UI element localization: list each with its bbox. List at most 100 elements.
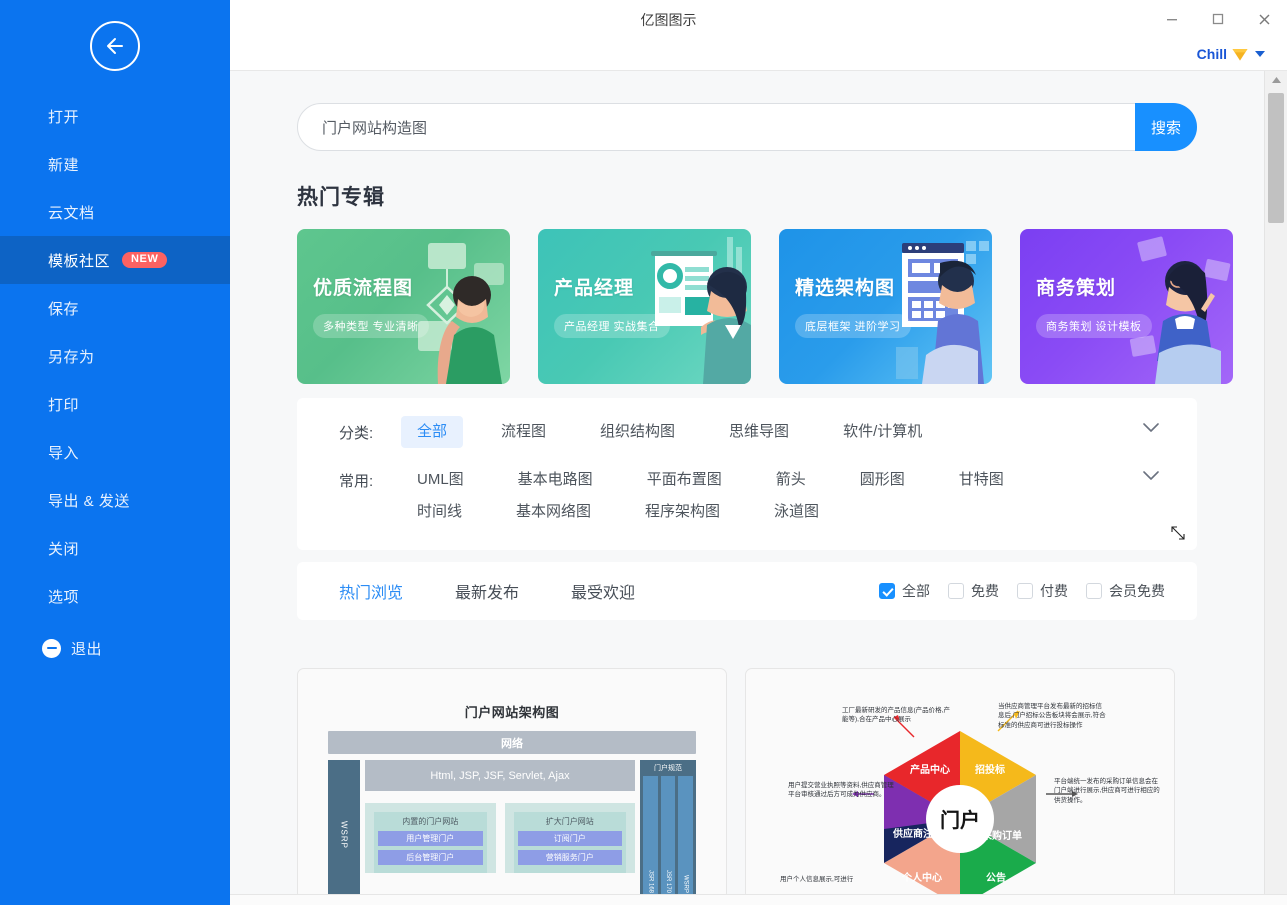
close-icon[interactable]: [1241, 0, 1287, 38]
album-subtitle: 底层框架 进阶学习: [795, 314, 911, 338]
album-card-business-planning[interactable]: 商务策划 商务策划 设计模板: [1020, 229, 1233, 384]
svg-text:门户: 门户: [940, 808, 980, 832]
svg-text:公告: 公告: [986, 871, 1006, 884]
diagram-left-column: WSRP: [328, 760, 360, 899]
common-chip-arrow[interactable]: 箭头: [760, 464, 822, 496]
chevron-down-icon[interactable]: [1255, 51, 1265, 57]
vertical-scrollbar[interactable]: [1264, 71, 1287, 905]
sidebar-item-save-as[interactable]: 另存为: [0, 332, 230, 380]
price-filter-group: 全部 免费 付费 会员免费: [879, 581, 1165, 601]
user-menu[interactable]: Chill: [1197, 44, 1265, 64]
common-expand-chevron-down-icon[interactable]: [1133, 464, 1169, 482]
scrollbar-thumb[interactable]: [1268, 93, 1284, 223]
category-chip-all[interactable]: 全部: [401, 416, 464, 448]
sidebar-item-exit[interactable]: 退出: [0, 624, 230, 672]
album-title: 精选架构图: [795, 278, 896, 299]
content-inner: 搜索 热门专辑: [297, 103, 1233, 900]
common-chip-circular[interactable]: 圆形图: [844, 464, 921, 496]
user-bar: Chill: [230, 38, 1287, 70]
search-box[interactable]: [297, 103, 1197, 151]
sidebar-item-label: 另存为: [48, 348, 95, 366]
album-title: 产品经理: [554, 278, 635, 299]
common-chip-timeline[interactable]: 时间线: [401, 496, 478, 528]
sidebar-item-export-send[interactable]: 导出 & 发送: [0, 476, 230, 524]
checkbox-all[interactable]: 全部: [879, 581, 930, 601]
sidebar-item-print[interactable]: 打印: [0, 380, 230, 428]
sidebar-item-label: 保存: [48, 300, 80, 318]
album-subtitle: 多种类型 专业清晰: [313, 314, 429, 338]
checkbox-member-free[interactable]: 会员免费: [1086, 581, 1165, 601]
filter-row-category: 分类: 全部 流程图 组织结构图 思维导图 软件/计算机: [297, 416, 1197, 460]
search-button[interactable]: 搜索: [1135, 103, 1197, 151]
sidebar-item-label: 打开: [48, 108, 80, 126]
template-card-portal-business[interactable]: 门户 产品中心 招投标 采购订单 公告 个人中心 供应商注册 用户提交营业执照等…: [745, 668, 1175, 900]
tab-most-popular[interactable]: 最受欢迎: [571, 579, 635, 603]
diagram-right-bar: JSR 168: [643, 776, 658, 896]
application-window: 打开 新建 云文档 模板社区 NEW 保存 另存为 打印 导入 导出 & 发送 …: [0, 0, 1287, 905]
checkbox-box[interactable]: [948, 583, 964, 599]
svg-text:个人中心: 个人中心: [901, 871, 942, 884]
common-chip-circuit[interactable]: 基本电路图: [502, 464, 609, 496]
search-row: 搜索: [297, 103, 1197, 151]
checkbox-box[interactable]: [1017, 583, 1033, 599]
album-card-flowchart[interactable]: 优质流程图 多种类型 专业清晰: [297, 229, 510, 384]
diagram-group-title: 内置的门户网站: [402, 817, 459, 826]
category-chip-software[interactable]: 软件/计算机: [827, 416, 938, 448]
album-card-product-manager[interactable]: 产品经理 产品经理 实战集合: [538, 229, 751, 384]
sidebar: 打开 新建 云文档 模板社区 NEW 保存 另存为 打印 导入 导出 & 发送 …: [0, 0, 230, 905]
common-chip-swimlane[interactable]: 泳道图: [758, 496, 835, 528]
checkbox-paid[interactable]: 付费: [1017, 581, 1068, 601]
sidebar-item-open[interactable]: 打开: [0, 92, 230, 140]
template-card-list: 门户网站架构图 网络 WSRP Html, JSP, JSF, Servlet,…: [297, 668, 1197, 900]
maximize-icon[interactable]: [1195, 0, 1241, 38]
diagram-note: 用户提交营业执照等资料,供应商管理平台审核通过后方可成为供应商。: [788, 782, 894, 799]
sidebar-item-save[interactable]: 保存: [0, 284, 230, 332]
common-chip-network[interactable]: 基本网络图: [500, 496, 607, 528]
sidebar-item-options[interactable]: 选项: [0, 572, 230, 620]
tab-latest[interactable]: 最新发布: [455, 579, 519, 603]
checkbox-free[interactable]: 免费: [948, 581, 999, 601]
minimize-icon[interactable]: [1149, 0, 1195, 38]
diagram-right-bar: JSR 170: [660, 776, 676, 896]
category-chip-list: 全部 流程图 组织结构图 思维导图 软件/计算机: [401, 416, 1133, 448]
album-title: 商务策划: [1036, 278, 1117, 299]
sidebar-item-label: 云文档: [48, 204, 95, 222]
common-chip-floorplan[interactable]: 平面布置图: [631, 464, 738, 496]
album-subtitle: 产品经理 实战集合: [554, 314, 670, 338]
common-chip-program-arch[interactable]: 程序架构图: [629, 496, 736, 528]
sidebar-item-close[interactable]: 关闭: [0, 524, 230, 572]
category-expand-chevron-down-icon[interactable]: [1133, 416, 1169, 434]
sidebar-item-template-community[interactable]: 模板社区 NEW: [0, 236, 230, 284]
diagram-left-label: WSRP: [339, 821, 349, 849]
common-chip-uml[interactable]: UML图: [401, 464, 480, 496]
title-bar: 亿图图示: [230, 0, 1287, 38]
diagram-group-title: 扩大门户网站: [545, 817, 594, 826]
template-card-portal-architecture[interactable]: 门户网站架构图 网络 WSRP Html, JSP, JSF, Servlet,…: [297, 668, 727, 900]
window-title: 亿图图示: [640, 12, 697, 28]
svg-text:供应商注册: 供应商注册: [892, 827, 943, 840]
category-chip-flowchart[interactable]: 流程图: [485, 416, 562, 448]
content: 搜索 热门专辑: [230, 71, 1265, 905]
sidebar-item-label: 退出: [71, 640, 103, 658]
diagram-note: 当供应商管理平台发布最新的招标信息后,门户招标公告板块将会展示,符合标准的供应商…: [998, 703, 1106, 729]
diagram-note: 用户个人信息展示,可进行: [780, 876, 854, 883]
diagram-bar: 用户管理门户: [378, 831, 483, 846]
sidebar-item-new[interactable]: 新建: [0, 140, 230, 188]
category-chip-org-chart[interactable]: 组织结构图: [584, 416, 691, 448]
scroll-up-arrow-icon[interactable]: [1265, 71, 1287, 89]
sidebar-item-import[interactable]: 导入: [0, 428, 230, 476]
category-chip-mind-map[interactable]: 思维导图: [713, 416, 805, 448]
common-chip-gantt[interactable]: 甘特图: [943, 464, 1020, 496]
diagram-tech-bar: Html, JSP, JSF, Servlet, Ajax: [365, 760, 635, 791]
album-subtitle: 商务策划 设计模板: [1036, 314, 1152, 338]
template-tab-bar: 热门浏览 最新发布 最受欢迎 全部 免费 付费 会员免费: [297, 562, 1197, 620]
tab-hot-browse[interactable]: 热门浏览: [339, 579, 403, 603]
exit-minus-circle-icon: [42, 638, 61, 658]
resize-handle-icon[interactable]: [1169, 524, 1187, 542]
sidebar-item-clouddoc[interactable]: 云文档: [0, 188, 230, 236]
album-card-architecture[interactable]: 精选架构图 底层框架 进阶学习: [779, 229, 992, 384]
checkbox-box[interactable]: [879, 583, 895, 599]
checkbox-box[interactable]: [1086, 583, 1102, 599]
sidebar-item-label: 选项: [48, 588, 80, 606]
search-input[interactable]: [320, 117, 1174, 137]
